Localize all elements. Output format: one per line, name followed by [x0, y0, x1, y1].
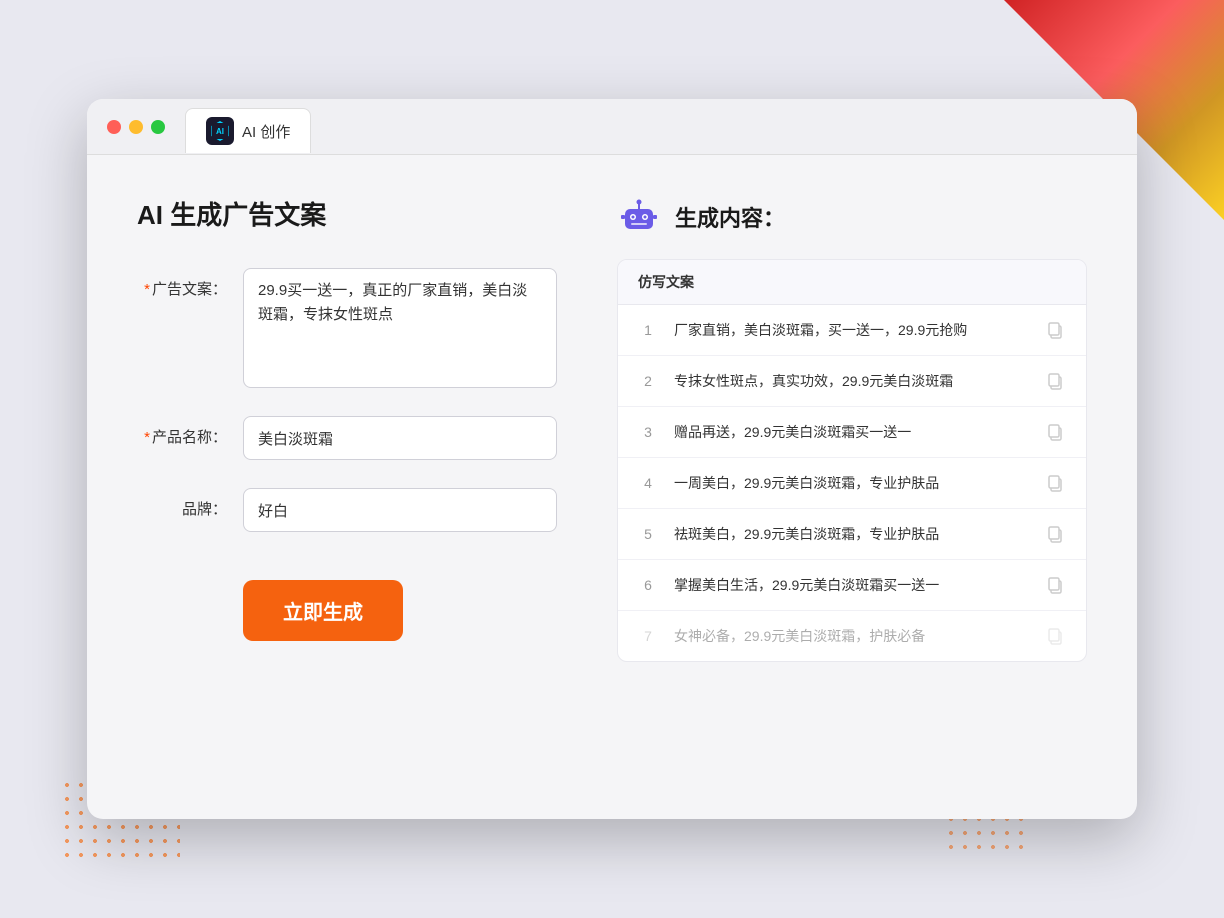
row-number: 3 [638, 424, 658, 440]
required-star-product: * [144, 429, 150, 446]
ai-logo-icon: AI [206, 117, 234, 145]
ad-copy-input[interactable] [243, 268, 557, 388]
row-text: 一周美白，29.9元美白淡斑霜，专业护肤品 [674, 473, 1028, 494]
tab-label: AI 创作 [242, 121, 290, 142]
table-row: 4 一周美白，29.9元美白淡斑霜，专业护肤品 [618, 458, 1086, 509]
copy-button[interactable] [1044, 625, 1066, 647]
right-header: 生成内容： [617, 195, 1087, 239]
required-star-ad: * [144, 281, 150, 298]
generate-button[interactable]: 立即生成 [243, 580, 403, 641]
results-table: 仿写文案 1 厂家直销，美白淡斑霜，买一送一，29.9元抢购 2 专抹女性斑点，真实… [617, 259, 1087, 662]
product-name-input[interactable] [243, 416, 557, 460]
page-title: AI 生成广告文案 [137, 195, 557, 232]
maximize-button[interactable] [151, 120, 165, 134]
table-row: 5 祛斑美白，29.9元美白淡斑霜，专业护肤品 [618, 509, 1086, 560]
copy-button[interactable] [1044, 421, 1066, 443]
left-panel: AI 生成广告文案 *广告文案： *产品名称： 品牌： 立 [137, 195, 557, 775]
row-text: 专抹女性斑点，真实功效，29.9元美白淡斑霜 [674, 371, 1028, 392]
row-number: 4 [638, 475, 658, 491]
copy-button[interactable] [1044, 523, 1066, 545]
copy-button[interactable] [1044, 472, 1066, 494]
table-row: 3 赠品再送，29.9元美白淡斑霜买一送一 [618, 407, 1086, 458]
table-row: 1 厂家直销，美白淡斑霜，买一送一，29.9元抢购 [618, 305, 1086, 356]
table-row: 2 专抹女性斑点，真实功效，29.9元美白淡斑霜 [618, 356, 1086, 407]
copy-button[interactable] [1044, 370, 1066, 392]
content-area: AI 生成广告文案 *广告文案： *产品名称： 品牌： 立 [87, 155, 1137, 815]
row-text: 掌握美白生活，29.9元美白淡斑霜买一送一 [674, 575, 1028, 596]
table-row: 7 女神必备，29.9元美白淡斑霜，护肤必备 [618, 611, 1086, 661]
row-number: 2 [638, 373, 658, 389]
ad-copy-group: *广告文案： [137, 268, 557, 388]
tab-ai-creation[interactable]: AI AI 创作 [185, 108, 311, 153]
minimize-button[interactable] [129, 120, 143, 134]
right-panel-title: 生成内容： [675, 201, 785, 233]
table-row: 6 掌握美白生活，29.9元美白淡斑霜买一送一 [618, 560, 1086, 611]
close-button[interactable] [107, 120, 121, 134]
title-bar: AI AI 创作 [87, 99, 1137, 155]
row-text: 厂家直销，美白淡斑霜，买一送一，29.9元抢购 [674, 320, 1028, 341]
ad-copy-label: *广告文案： [137, 268, 227, 299]
row-text: 女神必备，29.9元美白淡斑霜，护肤必备 [674, 626, 1028, 647]
traffic-lights [107, 120, 165, 134]
copy-button[interactable] [1044, 319, 1066, 341]
brand-group: 品牌： [137, 488, 557, 532]
robot-icon [617, 195, 661, 239]
browser-window: AI AI 创作 AI 生成广告文案 *广告文案： *产品名称： [87, 99, 1137, 819]
row-number: 5 [638, 526, 658, 542]
brand-label: 品牌： [137, 488, 227, 519]
product-name-group: *产品名称： [137, 416, 557, 460]
row-text: 祛斑美白，29.9元美白淡斑霜，专业护肤品 [674, 524, 1028, 545]
right-panel: 生成内容： 仿写文案 1 厂家直销，美白淡斑霜，买一送一，29.9元抢购 2 专抹女… [617, 195, 1087, 775]
product-name-label: *产品名称： [137, 416, 227, 447]
row-number: 1 [638, 322, 658, 338]
table-header: 仿写文案 [618, 260, 1086, 305]
row-number: 6 [638, 577, 658, 593]
copy-button[interactable] [1044, 574, 1066, 596]
row-number: 7 [638, 628, 658, 644]
row-text: 赠品再送，29.9元美白淡斑霜买一送一 [674, 422, 1028, 443]
brand-input[interactable] [243, 488, 557, 532]
